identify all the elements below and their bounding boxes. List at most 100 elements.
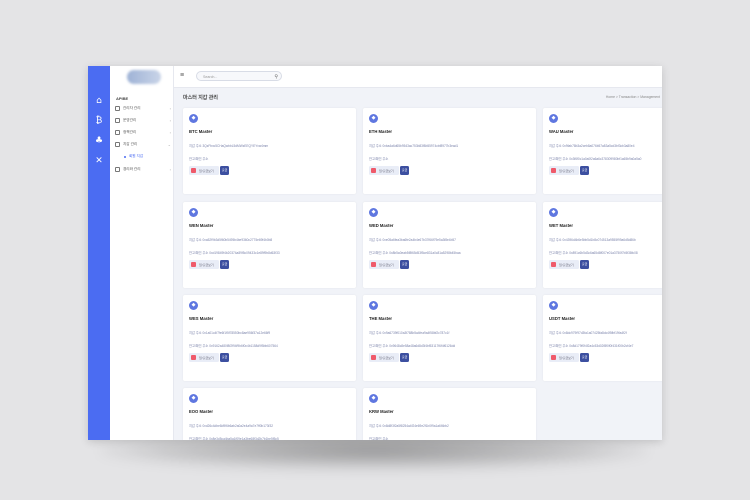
icon-rail: ⌂ ₿ ♣ ✕ — [88, 66, 110, 440]
wallet-balance-address: 잔고/확인 주소 0x9162a480f8f2f94f9b6f0c4b1158d… — [189, 344, 278, 348]
ethereum-icon: ◆ — [189, 394, 198, 403]
history-button[interactable]: 입/출금보기 — [549, 166, 579, 175]
wallet-balance-address: 잔고/확인 주소 — [369, 437, 389, 440]
wallet-name: KRW Master — [369, 409, 394, 414]
wallet-card: ◆ KRW Master 지갑 주소 0x8d8f3f2a5f8254a4f24e6… — [363, 388, 536, 440]
chevron-right-icon: › — [169, 106, 171, 111]
wallet-name: WED Master — [369, 223, 394, 228]
chevron-down-icon: ⌄ — [167, 142, 171, 147]
tools-icon[interactable]: ✕ — [94, 156, 104, 166]
sidebar-item-policy[interactable]: 정책관리 › — [115, 130, 171, 135]
policy-icon — [115, 130, 120, 135]
wallet-name: ETH Master — [369, 129, 393, 134]
wallet-address: 지갑 주소 3QzFbxc5CHaQwbbL5dMWzEEQYEYvw4mm — [189, 144, 269, 148]
history-button[interactable]: 입/출금보기 — [549, 260, 579, 269]
app-screen: ⌂ ₿ ♣ ✕ APIBE 관리자 관리 › 운영관리 › 정책관리 › 지갑 관리 ⌄… — [88, 66, 662, 440]
wallet-name: THE Master — [369, 316, 393, 321]
card-actions: 입/출금보기 출금 — [189, 353, 229, 362]
handshake-icon[interactable]: ♣ — [94, 136, 104, 146]
ethereum-icon: ◆ — [189, 301, 198, 310]
chevron-right-icon: › — [169, 130, 171, 135]
withdraw-button[interactable]: 출금 — [400, 166, 409, 175]
operations-icon — [115, 118, 120, 123]
wallet-address: 지갑 주소 0x8d8f3f2a5f8254a4f24e69e2f1b0f9a1… — [369, 424, 449, 428]
wallet-address: 지갑 주소 0x9fab78b3a2ceb8a076b57a83a5cd3bf3… — [549, 144, 635, 148]
accounting-icon — [115, 167, 120, 172]
wallet-card: ◆ WEN Master 지갑 주소 0xa52f9b3d5f60b5495b4be… — [183, 202, 356, 288]
withdraw-button[interactable]: 출금 — [580, 353, 589, 362]
wallet-card: ◆ BTC Master 지갑 주소 3QzFbxc5CHaQwbbL5dMWzEE… — [183, 108, 356, 194]
wallet-address: 지갑 주소 0xe05a6fea3ba6fe2a4b4e67b37f66f79e… — [369, 238, 456, 242]
card-actions: 입/출금보기 출금 — [549, 166, 589, 175]
wallet-balance-address: 잔고/확인 주소 0x8e3d5ca4ba5a1f09e1a3be68f3d2b… — [189, 437, 279, 440]
history-icon — [551, 262, 556, 267]
wallet-balance-address: 잔고/확인 주소 — [369, 157, 389, 161]
home-icon[interactable]: ⌂ — [94, 96, 104, 106]
search-icon[interactable]: ⚲ — [274, 72, 278, 82]
card-actions: 입/출금보기 출금 — [369, 166, 409, 175]
wallet-balance-address: 잔고/확인 주소 0x891c6b5d3c6a65d8f007e01a3750f… — [549, 251, 638, 255]
wallet-balance-address: 잔고/확인 주소 0x8d179f0f4f2a4c53d02f8f0f0f431… — [549, 344, 634, 348]
card-actions: 입/출금보기 출금 — [549, 260, 589, 269]
sidebar-item-accounting[interactable]: 경리와 관리 › — [115, 167, 171, 172]
bitcoin-icon[interactable]: ₿ — [94, 116, 104, 126]
search-placeholder: Search... — [203, 74, 218, 79]
chevron-right-icon: › — [169, 118, 171, 123]
wallet-card: ◆ USDT Master 지갑 주소 0x8dc979f97d3fa1a07425… — [543, 295, 662, 381]
sidebar-item-wallet[interactable]: 지갑 관리 ⌄ — [115, 142, 171, 147]
wallet-name: WAU Master — [549, 129, 574, 134]
sidebar: APIBE 관리자 관리 › 운영관리 › 정책관리 › 지갑 관리 ⌄ 회원 지갑 경… — [110, 66, 174, 440]
page-title: 마스터 지갑 관리 — [183, 95, 218, 101]
wallet-balance-address: 잔고/확인 주소 0xd19849f4b20374a89f5c09433c1e8… — [189, 251, 280, 255]
wallet-balance-address: 잔고/확인 주소 0x8b5a0eab5f8f65d53f5ce831a0c81… — [369, 251, 461, 255]
wallet-name: WEN Master — [189, 223, 214, 228]
history-button[interactable]: 입/출금보기 — [549, 353, 579, 362]
history-icon — [371, 355, 376, 360]
history-icon — [191, 262, 196, 267]
withdraw-button[interactable]: 출금 — [220, 353, 229, 362]
history-button[interactable]: 입/출금보기 — [189, 260, 219, 269]
wallet-card: ◆ EOO Master 지갑 주소 0xd26c4dbe8d9f6b6ab2a0a… — [183, 388, 356, 440]
menu-icon[interactable]: ≡ — [180, 72, 184, 79]
history-icon — [191, 355, 196, 360]
active-dot — [124, 155, 126, 158]
card-actions: 입/출금보기 출금 — [369, 353, 409, 362]
history-button[interactable]: 입/출금보기 — [189, 166, 219, 175]
wallet-balance-address: 잔고/확인 주소 — [189, 157, 209, 161]
wallet-name: BTC Master — [189, 129, 213, 134]
history-button[interactable]: 입/출금보기 — [369, 353, 399, 362]
ethereum-icon: ◆ — [549, 114, 558, 123]
card-actions: 입/출금보기 출금 — [549, 353, 589, 362]
sidebar-section-title: APIBE — [116, 96, 129, 101]
wallet-address: 지갑 주소 0x8dc979f97d3fa1a07425fa8dc4f5fbf1… — [549, 331, 627, 335]
wallet-name: WET Master — [549, 223, 573, 228]
withdraw-button[interactable]: 출금 — [580, 166, 589, 175]
sidebar-subitem-member-wallet[interactable]: 회원 지갑 — [124, 154, 180, 159]
history-button[interactable]: 입/출금보기 — [189, 353, 219, 362]
withdraw-button[interactable]: 출금 — [580, 260, 589, 269]
withdraw-button[interactable]: 출금 — [400, 353, 409, 362]
history-icon — [371, 262, 376, 267]
wallet-card: ◆ WES Master 지갑 주소 0x1a01c4f7fe6f1f5f78550… — [183, 295, 356, 381]
card-actions: 입/출금보기 출금 — [189, 166, 229, 175]
wallet-address: 지갑 주소 0x4396d4b6e5bb5d1b8c074513a9555f99… — [549, 238, 636, 242]
ethereum-icon: ◆ — [369, 208, 378, 217]
search-input[interactable]: Search... ⚲ — [196, 71, 282, 81]
wallet-name: WES Master — [189, 316, 214, 321]
withdraw-button[interactable]: 출금 — [400, 260, 409, 269]
history-icon — [551, 168, 556, 173]
admin-icon — [115, 106, 120, 111]
wallet-address: 지갑 주소 0xba4a6d65b9543ac753b83f8b55974cbf… — [369, 144, 459, 148]
sidebar-item-admin[interactable]: 관리자 관리 › — [115, 106, 171, 111]
breadcrumb: Home > Transaction > Management — [605, 95, 660, 99]
wallet-card: ◆ ETH Master 지갑 주소 0xba4a6d65b9543ac753b83… — [363, 108, 536, 194]
history-button[interactable]: 입/출금보기 — [369, 166, 399, 175]
wallet-card: ◆ WAU Master 지갑 주소 0x9fab78b3a2ceb8a076b57… — [543, 108, 662, 194]
ethereum-icon: ◆ — [369, 301, 378, 310]
wallet-balance-address: 잔고/확인 주소 0x9648c8e58a48a6d8d3f4bf53117f6… — [369, 344, 456, 348]
history-button[interactable]: 입/출금보기 — [369, 260, 399, 269]
withdraw-button[interactable]: 출금 — [220, 260, 229, 269]
withdraw-button[interactable]: 출금 — [220, 166, 229, 175]
top-bar: ≡ Search... ⚲ — [174, 66, 662, 88]
sidebar-item-operations[interactable]: 운영관리 › — [115, 118, 171, 123]
